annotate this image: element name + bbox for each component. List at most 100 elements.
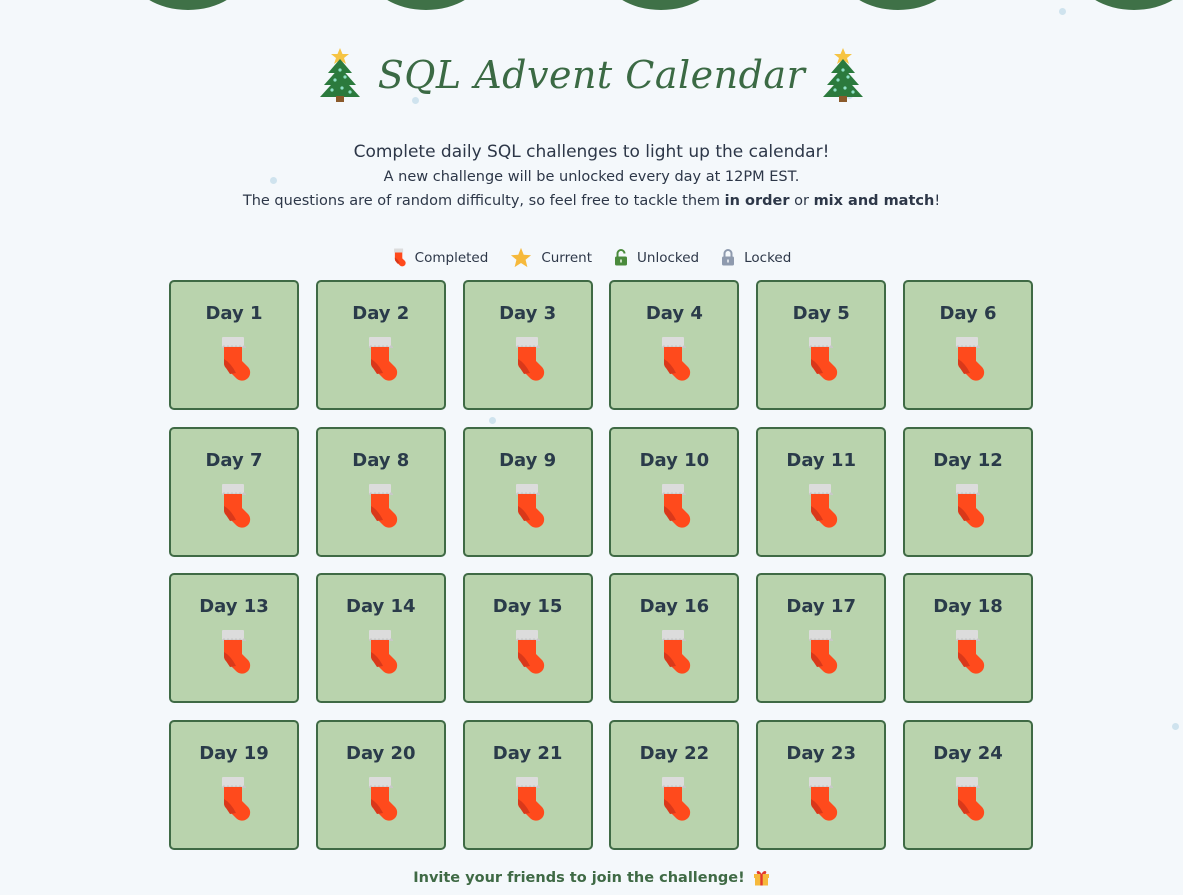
page-title: SQL Advent Calendar: [377, 53, 806, 97]
day-label: Day 13: [199, 596, 269, 618]
stocking-icon: [222, 777, 251, 821]
intro-text: or: [789, 193, 814, 209]
day-tile[interactable]: Day 6: [902, 280, 1033, 410]
day-tile[interactable]: Day 19: [169, 720, 299, 851]
day-label: Day 2: [352, 303, 410, 324]
day-label: Day 8: [352, 449, 410, 471]
stocking-icon: [809, 483, 838, 528]
page-header: SQL Advent Calendar: [0, 44, 1183, 106]
day-tile[interactable]: Day 13: [169, 573, 299, 704]
day-label: Day 5: [792, 303, 850, 324]
stocking-icon: [955, 337, 985, 381]
ornament-decoration: [1078, 0, 1183, 10]
stocking-icon: [368, 337, 397, 381]
stocking-icon: [368, 630, 397, 675]
day-label: Day 10: [639, 449, 710, 471]
ornament-decoration: [842, 0, 954, 10]
legend-label: Current: [541, 249, 593, 266]
day-label: Day 11: [786, 449, 856, 471]
snowflake: [1172, 723, 1179, 730]
stocking-icon: [662, 777, 691, 821]
unlocked-padlock-icon: [615, 249, 628, 266]
day-tile[interactable]: Day 14: [315, 573, 446, 704]
invite-text: Invite your friends to join the challeng…: [413, 869, 745, 886]
day-tile[interactable]: Day 12: [902, 426, 1033, 557]
day-tile[interactable]: Day 8: [315, 426, 446, 557]
day-tile[interactable]: Day 15: [462, 573, 593, 704]
day-tile[interactable]: Day 10: [609, 426, 740, 557]
stocking-icon: [393, 248, 406, 267]
day-tile[interactable]: Day 2: [315, 280, 446, 410]
day-label: Day 20: [346, 743, 416, 765]
day-label: Day 17: [786, 596, 856, 618]
day-tile[interactable]: Day 21: [462, 720, 593, 851]
locked-padlock-icon: [722, 249, 735, 266]
status-legend: Completed Current Unlocked Locked: [0, 247, 1183, 268]
day-label: Day 21: [492, 743, 563, 765]
legend-label: Completed: [414, 249, 489, 266]
stocking-icon: [809, 630, 838, 675]
stocking-icon: [662, 483, 691, 528]
legend-current: Current: [510, 247, 592, 268]
day-tile[interactable]: Day 1: [169, 280, 299, 410]
day-tile[interactable]: Day 7: [169, 426, 299, 557]
day-label: Day 15: [492, 596, 563, 618]
ornament-decoration: [370, 0, 482, 10]
calendar-grid: Day 1 Day 2 Day 3 Day 4 Day 5 Day 6 Day 7 Day 8…: [169, 280, 1033, 851]
day-tile[interactable]: Day 5: [756, 280, 887, 410]
stocking-icon: [515, 337, 544, 381]
intro-difficulty-info: The questions are of random difficulty, …: [0, 193, 1183, 209]
day-label: Day 22: [639, 743, 710, 765]
day-tile[interactable]: Day 3: [462, 280, 593, 410]
stocking-icon: [955, 630, 985, 675]
christmas-tree-icon: [823, 48, 864, 102]
invite-footer: Invite your friends to join the challeng…: [0, 869, 1183, 886]
day-tile[interactable]: Day 20: [315, 720, 446, 851]
stocking-icon: [955, 483, 985, 528]
day-tile[interactable]: Day 4: [609, 280, 740, 410]
legend-unlocked: Unlocked: [614, 249, 699, 266]
legend-label: Locked: [744, 249, 792, 266]
day-label: Day 16: [639, 596, 710, 618]
intro-text: !: [934, 193, 941, 209]
intro-text: The questions are of random difficulty, …: [242, 193, 725, 209]
day-label: Day 23: [786, 743, 856, 765]
day-tile[interactable]: Day 17: [756, 573, 887, 704]
star-icon: [511, 247, 532, 268]
stocking-icon: [662, 630, 691, 675]
day-tile[interactable]: Day 11: [756, 426, 887, 557]
day-label: Day 14: [346, 596, 416, 618]
day-tile[interactable]: Day 16: [609, 573, 740, 704]
day-tile[interactable]: Day 23: [756, 720, 887, 851]
day-label: Day 3: [499, 303, 557, 324]
day-label: Day 12: [933, 449, 1003, 471]
stocking-icon: [368, 483, 397, 528]
stocking-icon: [222, 483, 251, 528]
intro-headline: Complete daily SQL challenges to light u…: [353, 142, 830, 162]
stocking-icon: [515, 630, 544, 675]
day-tile[interactable]: Day 18: [902, 573, 1033, 704]
day-tile[interactable]: Day 24: [902, 720, 1033, 851]
stocking-icon: [809, 777, 838, 821]
legend-completed: Completed: [392, 248, 489, 267]
snowflake: [1059, 8, 1066, 15]
christmas-tree-icon: [319, 48, 360, 102]
legend-label: Unlocked: [637, 249, 700, 266]
ornament-decoration: [132, 0, 244, 10]
day-label: Day 7: [205, 449, 263, 471]
day-label: Day 4: [645, 303, 703, 324]
day-label: Day 24: [933, 743, 1003, 765]
advent-calendar-page: SQL Advent Calendar Complete daily SQL c…: [0, 0, 1183, 895]
gift-icon: [753, 870, 769, 886]
stocking-icon: [515, 777, 544, 821]
invite-friends-link[interactable]: Invite your friends to join the challeng…: [413, 869, 770, 886]
stocking-icon: [662, 337, 691, 381]
day-label: Day 9: [499, 449, 557, 471]
day-tile[interactable]: Day 22: [609, 720, 740, 851]
stocking-icon: [955, 777, 985, 821]
day-tile[interactable]: Day 9: [462, 426, 593, 557]
intro-emphasis: in order: [724, 193, 790, 209]
day-label: Day 19: [199, 743, 269, 765]
stocking-icon: [368, 777, 397, 821]
day-label: Day 18: [933, 596, 1003, 618]
